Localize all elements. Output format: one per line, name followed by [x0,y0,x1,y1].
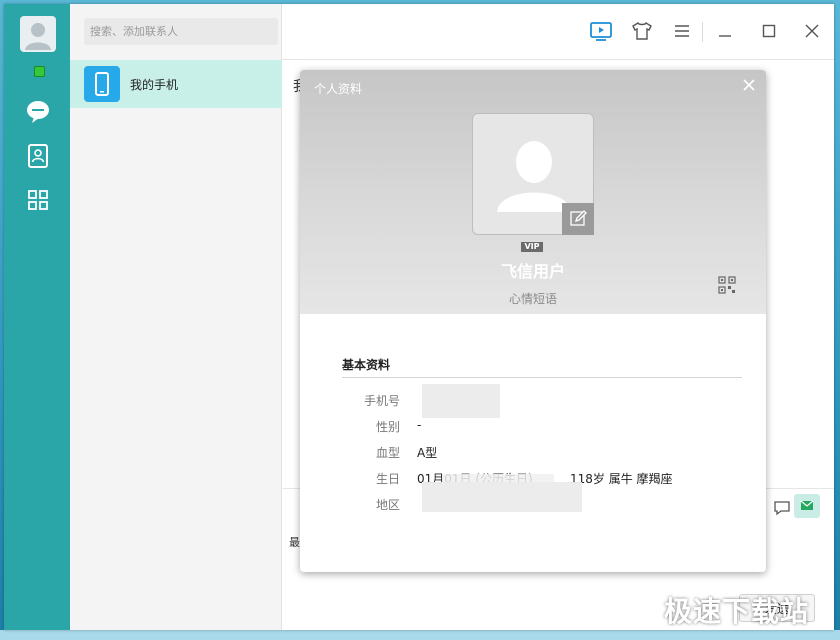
field-label: 性别 [375,420,400,434]
field-row: 性别 - [342,418,742,438]
close-icon[interactable] [740,76,758,94]
toolbar-divider [702,22,703,42]
field-row: 手机号 [342,384,742,418]
contact-list-panel: 我的手机 [70,4,282,630]
profile-card: 个人资料 VIP 飞信用户 心情短语 基本资料 手机号 性别 - 血型 A型 生… [300,70,766,572]
left-rail [4,4,70,630]
contacts-icon[interactable] [24,142,52,170]
message-icon[interactable] [773,499,791,517]
chat-hint-text: 最 [289,536,300,549]
menu-icon[interactable] [669,18,695,44]
avatar[interactable] [20,16,56,52]
mail-icon[interactable] [794,494,820,518]
minimize-icon[interactable] [712,18,738,44]
field-label: 血型 [375,446,400,460]
apps-grid-icon[interactable] [24,186,52,214]
field-extra: 118岁 属牛 摩羯座 [570,472,673,486]
taskbar-strip [0,630,840,640]
field-value: - [417,418,422,432]
online-status-icon[interactable] [34,66,45,77]
qr-code-icon[interactable] [718,276,736,294]
redacted-area [422,482,582,512]
chat-bubble-icon[interactable] [24,98,52,126]
field-row: 血型 A型 [342,444,742,464]
profile-header: 个人资料 VIP 飞信用户 心情短语 [300,70,766,314]
maximize-icon[interactable] [756,18,782,44]
user-name: 飞信用户 [500,262,565,281]
vip-badge: VIP [521,242,543,252]
edit-avatar-icon[interactable] [562,203,594,235]
field-label: 地区 [375,498,400,512]
redacted-area [422,384,500,418]
phone-icon [84,66,120,102]
field-value: A型 [417,446,438,460]
profile-card-title: 个人资料 [314,82,363,96]
mood-text[interactable]: 心情短语 [300,290,766,307]
section-title: 基本资料 [342,356,742,378]
watermark: 极速下载站 [664,595,810,628]
list-item-label: 我的手机 [130,78,179,92]
list-item[interactable]: 我的手机 [70,60,282,108]
video-icon[interactable] [588,18,614,44]
app-window: 我的手机 [4,4,834,630]
field-row: 地区 [342,482,742,516]
search-input[interactable] [84,18,278,45]
skin-icon[interactable] [629,18,655,44]
close-icon[interactable] [799,18,825,44]
top-toolbar [282,4,834,60]
field-label: 手机号 [363,394,400,408]
field-label: 生日 [375,472,400,486]
